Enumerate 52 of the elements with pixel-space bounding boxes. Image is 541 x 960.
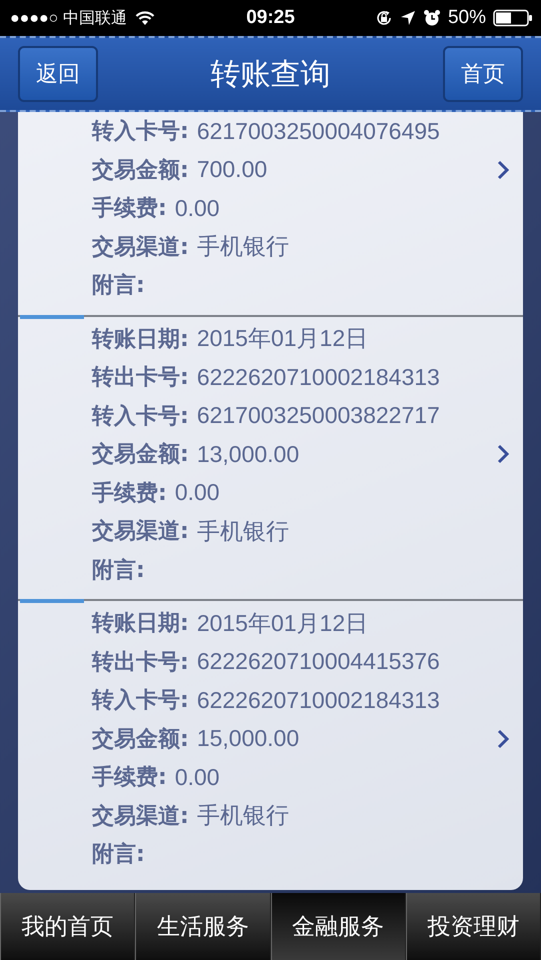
field-value: 2015年01月12日	[196, 324, 368, 354]
field-value: 手机银行	[196, 516, 289, 546]
field-label: 交易金额:	[92, 440, 189, 470]
clock-time: 09:25	[246, 7, 295, 29]
field-label: 交易金额:	[92, 156, 189, 185]
field-value: 6222620710004415376	[196, 648, 440, 676]
field-label: 交易渠道:	[92, 234, 189, 262]
field-label: 交易金额:	[92, 726, 189, 754]
field-label: 附言:	[92, 840, 145, 870]
field-label: 转入卡号:	[92, 687, 189, 716]
back-button[interactable]: 返回	[18, 46, 98, 102]
tab[interactable]: 金融服务	[270, 893, 406, 960]
location-arrow-icon	[400, 10, 416, 26]
field-label: 转账日期:	[92, 610, 189, 638]
field-value: 0.00	[174, 194, 220, 222]
field-label: 交易渠道:	[92, 802, 189, 831]
rotation-lock-icon	[374, 9, 393, 27]
wifi-icon	[134, 10, 155, 26]
field-value: 700.00	[196, 156, 268, 184]
field-label: 转账日期:	[92, 326, 189, 354]
field-label: 附言:	[92, 272, 145, 300]
field-label: 附言:	[92, 556, 145, 585]
battery-percent: 50%	[448, 7, 486, 29]
field-value: 15,000.00	[196, 725, 300, 752]
tab[interactable]: 投资理财	[406, 893, 541, 960]
field-value: 0.00	[174, 764, 220, 791]
page-title: 转账查询	[210, 56, 330, 94]
field-label: 转入卡号:	[92, 118, 189, 146]
chevron-right-icon[interactable]	[497, 728, 509, 748]
field-value: 6217003250004076495	[196, 118, 440, 145]
field-value: 6222620710002184313	[196, 364, 440, 391]
field-label: 转出卡号:	[92, 648, 189, 677]
field-value: 6222620710002184313	[196, 686, 440, 714]
chevron-right-icon[interactable]	[497, 444, 509, 464]
tab[interactable]: 我的首页	[0, 893, 136, 960]
home-button[interactable]: 首页	[443, 46, 523, 102]
field-value: 手机银行	[196, 232, 289, 262]
field-label: 手续费:	[92, 195, 167, 224]
field-value: 2015年01月12日	[196, 608, 368, 638]
field-value: 0.00	[174, 479, 220, 506]
carrier-name: ●●●●○ 中国联通	[10, 8, 127, 28]
field-label: 手续费:	[92, 480, 167, 508]
field-label: 手续费:	[92, 764, 167, 792]
field-value: 13,000.00	[196, 440, 300, 468]
field-label: 转入卡号:	[92, 402, 189, 431]
alarm-clock-icon	[422, 9, 441, 27]
field-label: 交易渠道:	[92, 518, 189, 546]
field-value: 手机银行	[196, 801, 289, 830]
chevron-right-icon[interactable]	[497, 160, 509, 180]
battery-icon	[493, 9, 533, 27]
field-label: 转出卡号:	[92, 364, 189, 392]
field-value: 6217003250003822717	[196, 402, 440, 430]
